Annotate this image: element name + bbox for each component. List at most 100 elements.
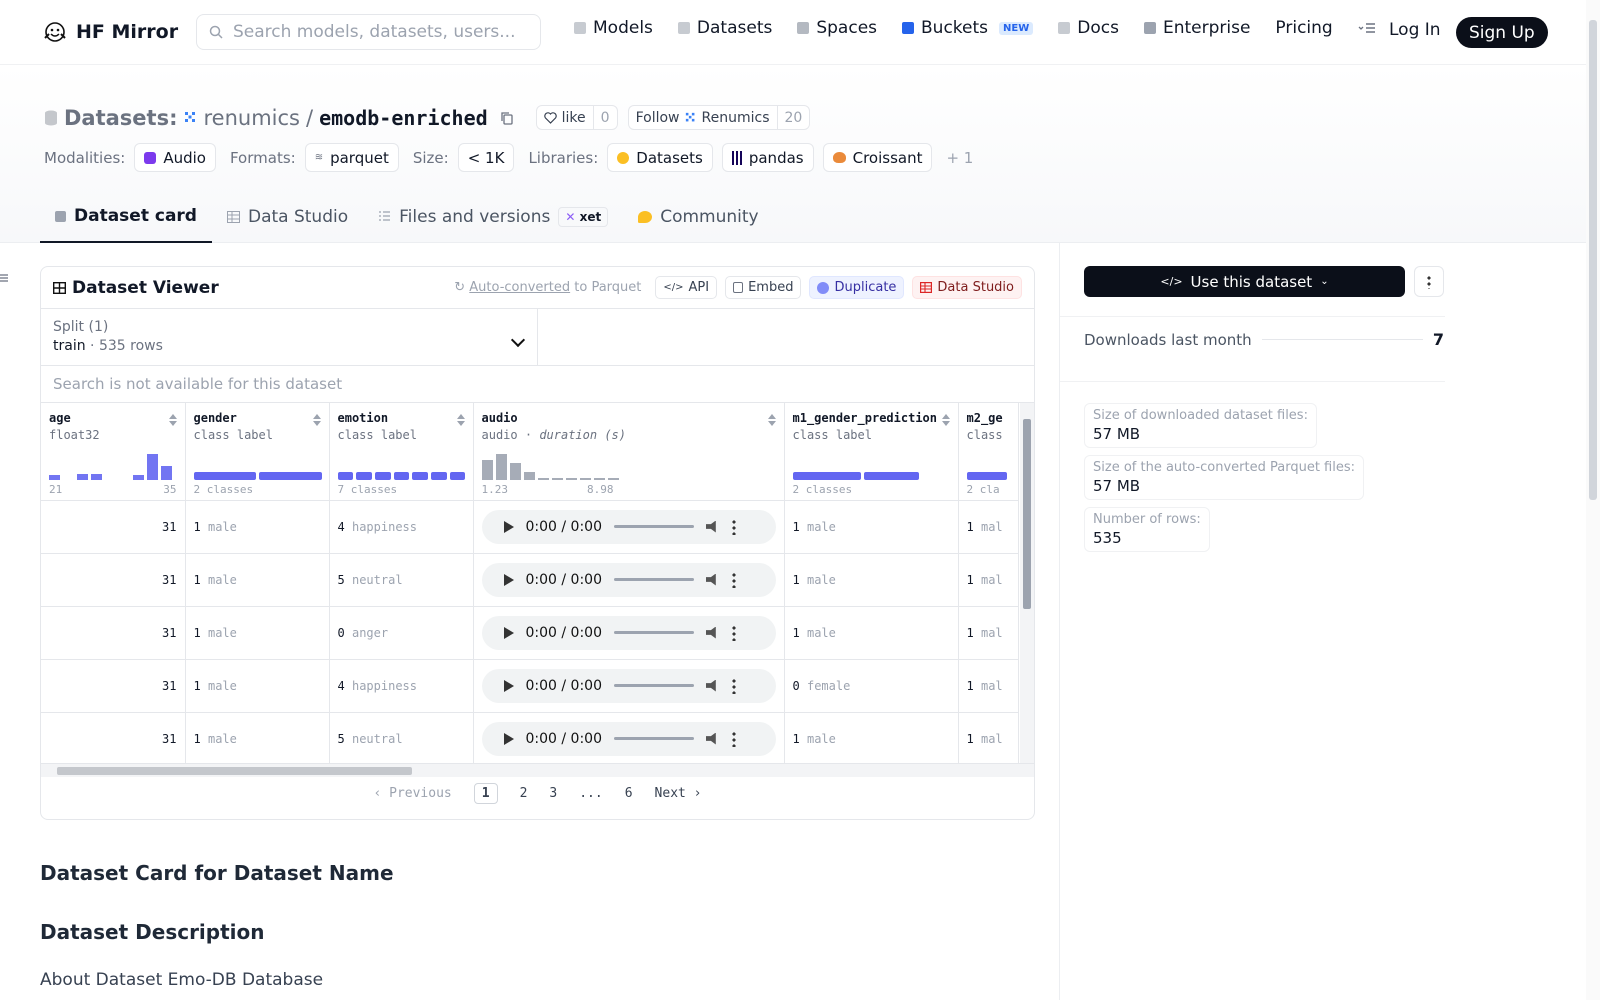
page-1-button[interactable]: 1 [473, 783, 498, 804]
previous-page-button[interactable]: ‹ Previous [373, 786, 451, 801]
histogram-bar[interactable] [481, 460, 493, 480]
histogram-bar[interactable] [551, 477, 563, 480]
column-header-audio[interactable]: audio audio · duration (s) 1.23 8.98 [473, 403, 785, 501]
volume-icon[interactable] [706, 520, 716, 533]
column-header-m1-gender-prediction[interactable]: m1_gender_prediction class label 2 class… [784, 403, 959, 501]
histogram-bar[interactable] [147, 454, 158, 480]
nav-models[interactable]: Models [574, 18, 653, 38]
histogram-bar[interactable] [537, 477, 549, 480]
table-row[interactable]: 31 1 male 0 anger 0:00 / 0:00 1 male 1 mal [41, 606, 1019, 660]
nav-spaces[interactable]: Spaces [797, 18, 877, 38]
size-tag[interactable]: < 1K [457, 143, 515, 172]
use-this-dataset-button[interactable]: </> Use this dataset ⌄ [1084, 266, 1405, 297]
kebab-icon[interactable] [732, 730, 736, 747]
nav-datasets[interactable]: Datasets [677, 18, 772, 38]
sort-icon[interactable] [169, 414, 177, 426]
like-button[interactable]: like 0 [535, 105, 618, 130]
nav-docs[interactable]: Docs [1058, 18, 1119, 38]
play-icon[interactable] [503, 573, 514, 586]
page-scrollbar[interactable] [1586, 0, 1600, 1000]
class-segment[interactable] [356, 471, 372, 480]
class-segment[interactable] [193, 471, 256, 480]
kebab-icon[interactable] [732, 518, 736, 535]
volume-icon[interactable] [706, 732, 716, 745]
histogram-bar[interactable] [593, 477, 605, 480]
more-options-button[interactable] [1414, 266, 1444, 297]
brand-logo[interactable]: HF Mirror [42, 20, 178, 44]
horizontal-scrollbar[interactable] [41, 763, 1034, 777]
class-segment[interactable] [393, 471, 410, 480]
audio-seek-slider[interactable] [614, 631, 694, 634]
format-parquet-tag[interactable]: ≋ parquet [304, 143, 399, 172]
nav-buckets[interactable]: Buckets NEW [902, 18, 1034, 38]
follow-button[interactable]: Follow Renumics 20 [627, 105, 811, 130]
horizontal-scroll-thumb[interactable] [57, 767, 412, 775]
table-row[interactable]: 31 1 male 5 neutral 0:00 / 0:00 1 male 1 mal [41, 553, 1019, 607]
column-header-age[interactable]: age float32 21 35 [41, 403, 186, 501]
sort-icon[interactable] [457, 414, 465, 426]
nav-more-menu[interactable] [1358, 22, 1376, 34]
audio-seek-slider[interactable] [614, 578, 694, 581]
kebab-icon[interactable] [732, 571, 736, 588]
class-segment[interactable] [449, 471, 466, 480]
table-row[interactable]: 31 1 male 4 happiness 0:00 / 0:00 0 female 1 … [41, 659, 1019, 713]
tab-community[interactable]: Community [623, 191, 773, 243]
split-select[interactable]: Split (1) train · 535 rows [41, 309, 538, 365]
nav-enterprise[interactable]: Enterprise [1143, 18, 1250, 38]
tab-dataset-card[interactable]: Dataset card [40, 191, 212, 243]
play-icon[interactable] [503, 679, 514, 692]
audio-seek-slider[interactable] [614, 737, 694, 740]
histogram-bar[interactable] [495, 454, 507, 480]
class-segment[interactable] [792, 471, 861, 480]
modality-audio-tag[interactable]: Audio [134, 143, 216, 172]
embed-button[interactable]: Embed [725, 276, 802, 299]
vertical-scrollbar[interactable] [1020, 403, 1034, 763]
autoconverted-link[interactable]: Auto-converted [469, 280, 570, 295]
histogram-bar[interactable] [161, 466, 172, 480]
page-6-button[interactable]: 6 [625, 786, 633, 801]
duplicate-button[interactable]: Duplicate [809, 276, 905, 299]
page-3-button[interactable]: 3 [549, 786, 557, 801]
sort-icon[interactable] [768, 414, 776, 426]
play-icon[interactable] [503, 732, 514, 745]
next-page-button[interactable]: Next › [655, 786, 702, 801]
sort-icon[interactable] [942, 414, 950, 426]
class-segment[interactable] [412, 471, 429, 480]
volume-icon[interactable] [706, 626, 716, 639]
page-scroll-thumb[interactable] [1589, 20, 1597, 500]
volume-icon[interactable] [706, 573, 716, 586]
class-segment[interactable] [431, 471, 447, 480]
library-pandas-tag[interactable]: pandas [721, 143, 814, 172]
column-header-gender[interactable]: gender class label 2 classes [185, 403, 330, 501]
class-segment[interactable] [966, 471, 1007, 480]
class-segment[interactable] [337, 471, 354, 480]
histogram-bar[interactable] [565, 477, 577, 480]
class-segment[interactable] [374, 471, 391, 480]
histogram-bar[interactable] [133, 475, 144, 480]
column-header-m2-gender[interactable]: m2_ge class 2 cla [958, 403, 1019, 501]
table-row[interactable]: 31 1 male 4 happiness 0:00 / 0:00 1 male 1 ma… [41, 500, 1019, 554]
histogram-bar[interactable] [91, 473, 102, 480]
sidebar-toggle-icon[interactable] [0, 273, 10, 283]
library-datasets-tag[interactable]: Datasets [607, 143, 713, 172]
sort-icon[interactable] [313, 414, 321, 426]
class-segment[interactable] [259, 471, 322, 480]
histogram-bar[interactable] [77, 473, 88, 480]
column-header-emotion[interactable]: emotion class label 7 classes [329, 403, 474, 501]
tab-data-studio[interactable]: Data Studio [212, 191, 363, 243]
play-icon[interactable] [503, 520, 514, 533]
page-2-button[interactable]: 2 [520, 786, 528, 801]
audio-seek-slider[interactable] [614, 684, 694, 687]
global-search-input[interactable]: Search models, datasets, users... [196, 14, 541, 50]
audio-seek-slider[interactable] [614, 525, 694, 528]
data-studio-button[interactable]: Data Studio [912, 276, 1022, 299]
histogram-bar[interactable] [49, 475, 60, 480]
copy-icon[interactable] [500, 111, 514, 125]
play-icon[interactable] [503, 626, 514, 639]
nav-pricing[interactable]: Pricing [1275, 18, 1332, 38]
vertical-scroll-thumb[interactable] [1023, 419, 1031, 609]
tab-files-versions[interactable]: Files and versions ✕ xet [363, 191, 623, 243]
kebab-icon[interactable] [732, 624, 736, 641]
volume-icon[interactable] [706, 679, 716, 692]
signup-button[interactable]: Sign Up [1456, 17, 1548, 48]
